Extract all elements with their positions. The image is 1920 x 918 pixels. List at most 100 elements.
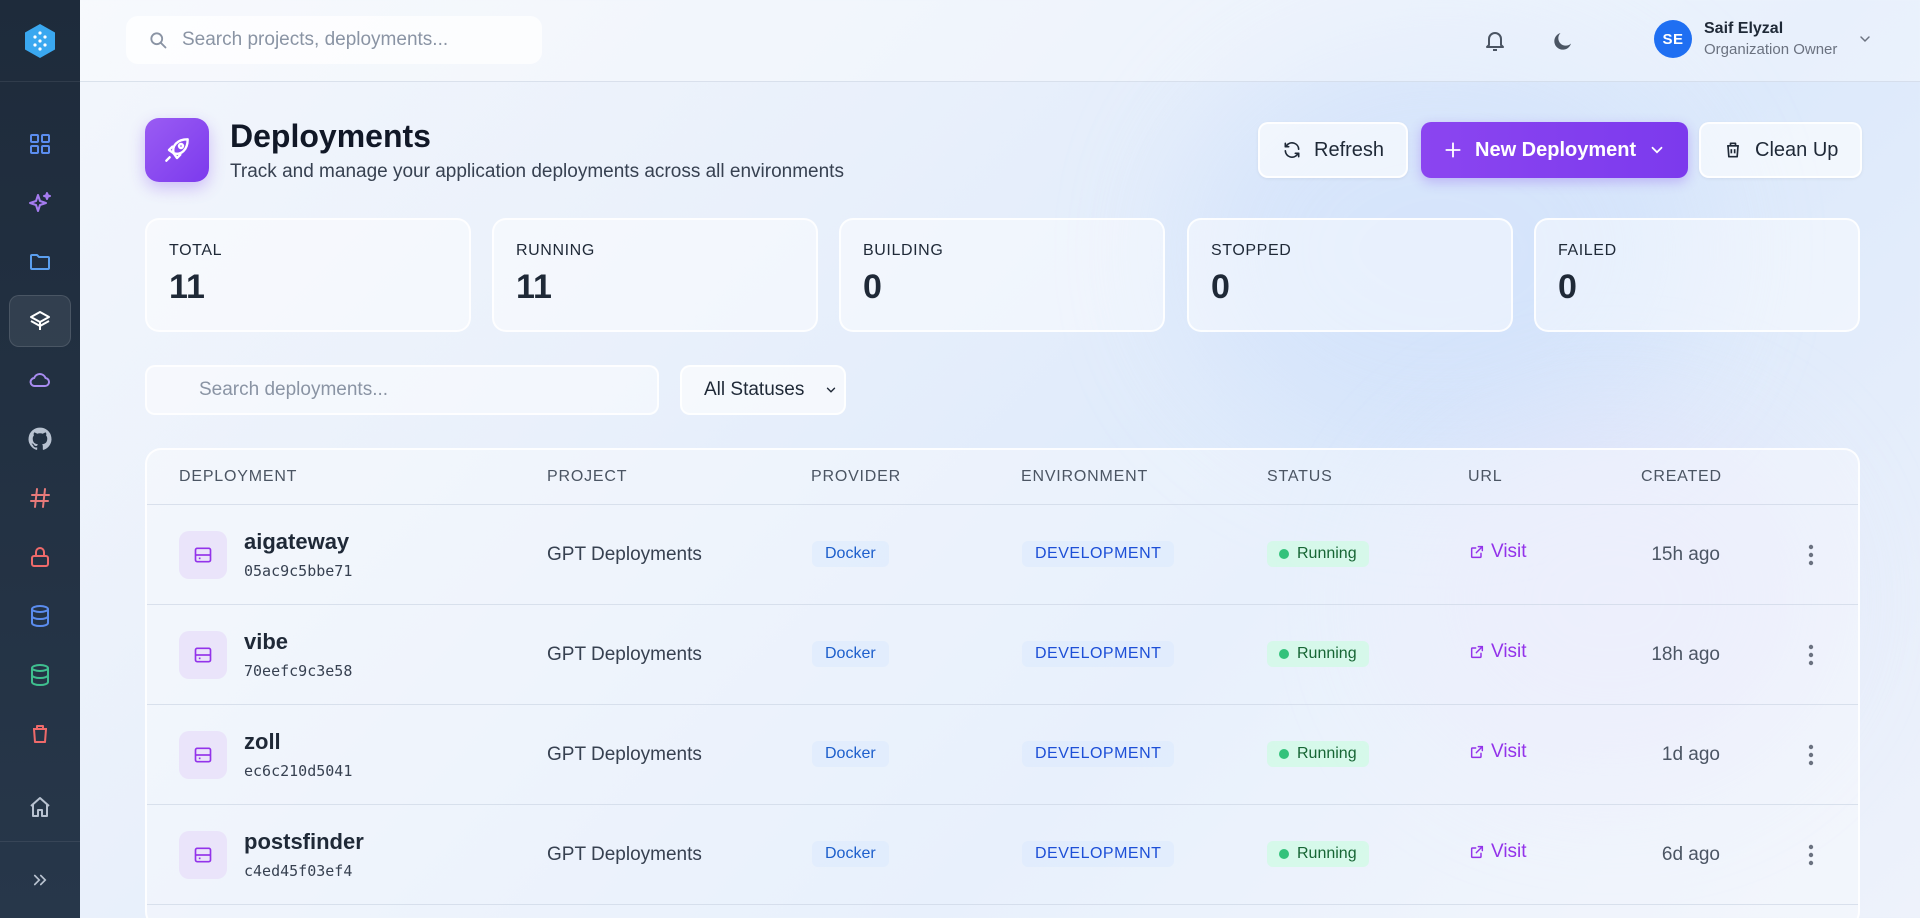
deployment-name[interactable]: postsfinder [244, 829, 364, 855]
row-actions-button[interactable] [1799, 637, 1823, 673]
project-name: GPT Deployments [547, 644, 702, 665]
grid-icon [30, 134, 50, 154]
visit-link[interactable]: Visit [1469, 841, 1527, 863]
table-header: DEPLOYMENT PROJECT PROVIDER ENVIRONMENT … [147, 450, 1858, 505]
column-header-created[interactable]: CREATED [1641, 468, 1722, 486]
stat-card-running: RUNNING 11 [492, 218, 818, 332]
deployment-search-input[interactable]: Search deployments... [145, 365, 659, 415]
provider-badge: Docker [812, 841, 889, 867]
global-search-input[interactable]: Search projects, deployments... [126, 16, 542, 64]
column-header-project[interactable]: PROJECT [547, 468, 627, 486]
new-deployment-button[interactable]: New Deployment [1421, 122, 1689, 178]
trash-icon [33, 725, 47, 743]
search-icon [150, 32, 167, 49]
row-actions-button[interactable] [1799, 537, 1823, 573]
folder-icon [30, 254, 50, 270]
new-deployment-button-label: New Deployment [1475, 138, 1637, 161]
refresh-icon [1284, 141, 1300, 159]
visit-link-label: Visit [1491, 841, 1527, 862]
sidebar-item-github[interactable] [9, 413, 71, 465]
created-time: 18h ago [1651, 644, 1720, 665]
stat-label: TOTAL [169, 242, 223, 259]
deployment-search-placeholder: Search deployments... [199, 379, 389, 400]
visit-link[interactable]: Visit [1469, 541, 1527, 563]
server-icon [194, 847, 212, 863]
sidebar-item-hash[interactable] [9, 472, 71, 524]
table-row[interactable]: vibe 70eefc9c3e58 GPT Deployments Docker… [147, 605, 1858, 705]
sidebar-item-secrets[interactable] [9, 531, 71, 583]
status-dot [1279, 849, 1289, 859]
column-header-environment[interactable]: ENVIRONMENT [1021, 468, 1148, 486]
column-header-url[interactable]: URL [1468, 468, 1502, 486]
created-time: 6d ago [1661, 844, 1720, 865]
environment-badge: DEVELOPMENT [1022, 541, 1175, 567]
more-vertical-icon [1808, 544, 1814, 566]
deployments-page-icon [145, 118, 209, 182]
deployment-name[interactable]: vibe [244, 629, 288, 655]
row-actions-button[interactable] [1799, 737, 1823, 773]
table-row[interactable]: aigateway 05ac9c5bbe71 GPT Deployments D… [147, 505, 1858, 605]
server-icon [194, 647, 212, 663]
visit-link[interactable]: Visit [1469, 741, 1527, 763]
stat-value: 0 [863, 268, 882, 306]
sidebar-item-deployments[interactable] [9, 295, 71, 347]
table-row[interactable]: zoll ec6c210d5041 GPT Deployments Docker… [147, 705, 1858, 805]
row-actions-button[interactable] [1799, 837, 1823, 873]
column-header-provider[interactable]: PROVIDER [811, 468, 901, 486]
external-link-icon [1470, 745, 1484, 759]
rocket-icon [165, 138, 189, 162]
environment-badge: DEVELOPMENT [1022, 641, 1175, 667]
page-title: Deployments [230, 118, 431, 154]
stat-label: FAILED [1558, 242, 1617, 259]
sidebar [0, 0, 80, 918]
home-button[interactable] [0, 772, 80, 842]
global-search-placeholder: Search projects, deployments... [182, 29, 449, 50]
more-vertical-icon [1808, 844, 1814, 866]
visit-link-label: Visit [1491, 641, 1527, 662]
server-icon [194, 747, 212, 763]
status-badge: Running [1267, 541, 1369, 567]
visit-link[interactable]: Visit [1469, 641, 1527, 663]
theme-toggle-button[interactable] [1546, 24, 1580, 58]
sidebar-item-cloud[interactable] [9, 354, 71, 406]
column-header-status[interactable]: STATUS [1267, 468, 1333, 486]
external-link-icon [1470, 845, 1484, 859]
deployment-name[interactable]: aigateway [244, 529, 349, 555]
status-dot [1279, 749, 1289, 759]
project-name: GPT Deployments [547, 744, 702, 765]
sidebar-item-ai[interactable] [9, 177, 71, 229]
app-logo[interactable] [0, 0, 80, 82]
deployments-table: DEPLOYMENT PROJECT PROVIDER ENVIRONMENT … [145, 448, 1860, 918]
database-icon [31, 605, 49, 628]
sidebar-item-trash[interactable] [9, 708, 71, 760]
topbar: Search projects, deployments... SE Saif … [80, 0, 1920, 82]
clean-up-button[interactable]: Clean Up [1699, 122, 1863, 178]
sidebar-item-databases[interactable] [9, 590, 71, 642]
stat-value: 11 [169, 268, 205, 306]
sidebar-item-projects[interactable] [9, 236, 71, 288]
refresh-button-label: Refresh [1314, 138, 1385, 161]
stat-label: STOPPED [1211, 242, 1292, 259]
more-vertical-icon [1808, 644, 1814, 666]
sidebar-item-storage[interactable] [9, 649, 71, 701]
created-time: 15h ago [1651, 544, 1720, 565]
stat-value: 11 [516, 268, 552, 306]
provider-badge: Docker [812, 641, 889, 667]
provider-badge: Docker [812, 541, 889, 567]
clean-up-button-label: Clean Up [1755, 138, 1839, 161]
status-filter-select[interactable]: All Statuses [680, 365, 846, 415]
status-badge: Running [1267, 641, 1369, 667]
expand-sidebar-button[interactable] [0, 842, 80, 918]
user-role: Organization Owner [1704, 41, 1838, 58]
column-header-deployment[interactable]: DEPLOYMENT [179, 468, 297, 486]
status-label: Running [1297, 745, 1357, 762]
sidebar-item-dashboard[interactable] [9, 118, 71, 170]
status-badge: Running [1267, 741, 1369, 767]
table-row[interactable]: postsfinder c4ed45f03ef4 GPT Deployments… [147, 805, 1858, 905]
stat-value: 0 [1211, 268, 1230, 306]
user-menu[interactable]: SE Saif Elyzal Organization Owner [1654, 20, 1873, 58]
deployment-name[interactable]: zoll [244, 729, 281, 755]
database-icon [31, 664, 49, 687]
notifications-button[interactable] [1478, 24, 1512, 58]
refresh-button[interactable]: Refresh [1258, 122, 1409, 178]
